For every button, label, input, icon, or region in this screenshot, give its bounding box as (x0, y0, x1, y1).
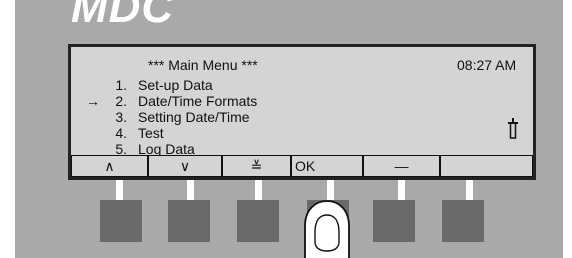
button-1[interactable] (100, 200, 142, 242)
button-2[interactable] (168, 200, 210, 242)
button-stem (466, 180, 473, 200)
button-stem (327, 180, 334, 200)
menu-item-label: Set-up Data (138, 77, 213, 93)
menu-item-test[interactable]: 4. Test (79, 125, 339, 141)
softkey-blank[interactable] (440, 155, 533, 177)
page-down-icon: ≚ (250, 158, 263, 174)
menu-cursor-arrow-icon: → (86, 93, 100, 109)
softkey-ok[interactable]: OK (291, 155, 363, 177)
screen-clock: 08:27 AM (457, 57, 517, 73)
menu-item-date-time-formats[interactable]: → 2. Date/Time Formats (79, 93, 339, 109)
softkey-page-down[interactable]: ≚ (222, 155, 291, 177)
caret-down-icon: ∨ (179, 158, 191, 174)
menu-item-number: 2. (115, 93, 127, 109)
lcd-screen: *** Main Menu *** 08:27 AM 1. Set-up Dat… (68, 44, 536, 180)
screen-title: *** Main Menu *** (148, 57, 258, 73)
button-6[interactable] (442, 200, 484, 242)
minus-icon: — (394, 158, 409, 174)
softkey-down[interactable]: ∨ (148, 155, 222, 177)
menu-item-label: Test (138, 125, 164, 141)
menu-item-number: 4. (115, 125, 127, 141)
button-stem (116, 180, 123, 200)
menu-item-setup-data[interactable]: 1. Set-up Data (79, 77, 339, 93)
button-3[interactable] (237, 200, 279, 242)
finger-press-icon (304, 200, 350, 258)
button-stem (398, 180, 405, 200)
menu-item-number: 1. (115, 77, 127, 93)
caret-up-icon: ∧ (104, 158, 115, 174)
softkey-minus[interactable]: — (363, 155, 440, 177)
button-5[interactable] (373, 200, 415, 242)
menu-item-label: Date/Time Formats (138, 93, 258, 109)
menu-item-label: Setting Date/Time (138, 109, 250, 125)
thermometer-icon (508, 118, 518, 139)
menu-item-setting-date-time[interactable]: 3. Setting Date/Time (79, 109, 339, 125)
softkey-ok-label: OK (295, 158, 316, 174)
softkey-bar: ∧ ∨ ≚ OK — (71, 155, 533, 177)
device-panel: MDC *** Main Menu *** 08:27 AM 1. Set-up… (15, 0, 563, 258)
button-stem (255, 180, 262, 200)
menu-item-number: 3. (115, 109, 127, 125)
softkey-up[interactable]: ∧ (71, 155, 148, 177)
button-stem (187, 180, 194, 200)
brand-logo: MDC (71, 0, 175, 32)
